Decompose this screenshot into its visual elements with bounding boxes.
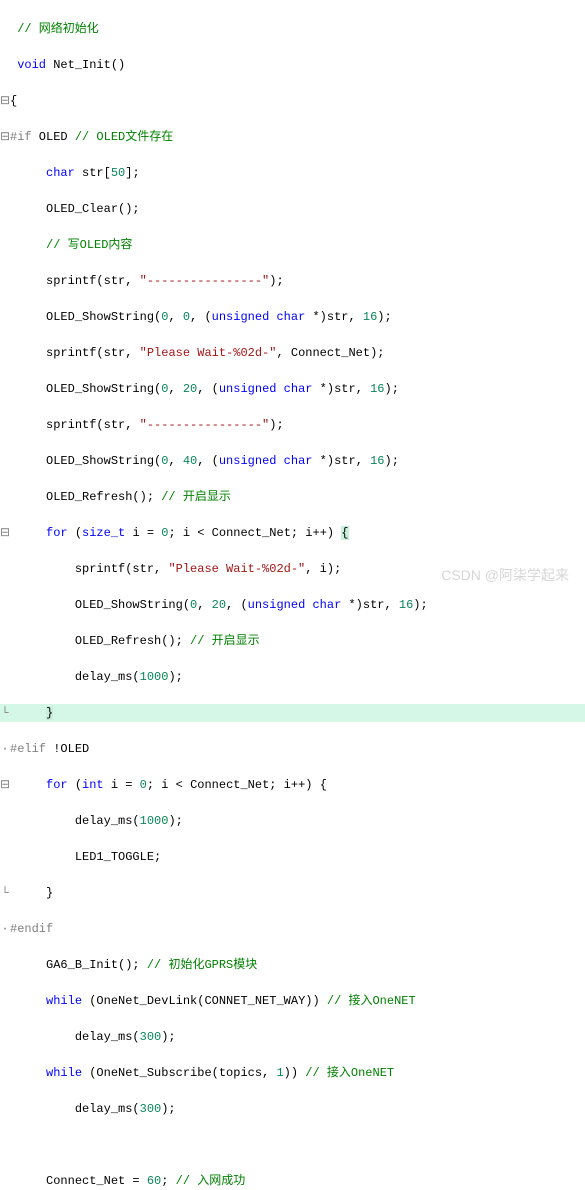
pp-if: #if — [10, 130, 32, 144]
keyword-for: for — [46, 778, 68, 792]
call: delay_ms( — [75, 1030, 140, 1044]
comment: // 写OLED内容 — [46, 238, 132, 252]
call: delay_ms( — [75, 814, 140, 828]
comment: // 开启显示 — [161, 490, 231, 504]
fold-marker: ⊟ — [0, 128, 10, 146]
semi: ]; — [125, 166, 139, 180]
stmt: LED1_TOGGLE; — [75, 850, 161, 864]
fold-marker: ⊟ — [0, 776, 10, 794]
call: sprintf(str, — [46, 418, 140, 432]
pp-cond: !OLED — [46, 742, 89, 756]
gutter — [0, 20, 10, 38]
call: OLED_ShowString( — [46, 310, 161, 324]
comment: // OLED文件存在 — [75, 130, 173, 144]
fn-name: Net_Init() — [46, 58, 125, 72]
comment: // 初始化GPRS模块 — [147, 958, 257, 972]
brace-match: } — [46, 706, 53, 720]
fold-marker: · — [0, 740, 10, 758]
type-cast: unsigned char — [212, 310, 306, 324]
num: 16 — [363, 310, 377, 324]
fold-end: · — [0, 920, 10, 938]
call: delay_ms( — [75, 670, 140, 684]
ident: str[ — [75, 166, 111, 180]
call: delay_ms( — [75, 1102, 140, 1116]
comment: // 接入OneNET — [327, 994, 416, 1008]
string: "----------------" — [140, 274, 270, 288]
call: OLED_Clear(); — [46, 202, 140, 216]
call: OLED_ShowString( — [75, 598, 190, 612]
comment: // 入网成功 — [176, 1174, 246, 1188]
brace: { — [10, 94, 17, 108]
keyword-while: while — [46, 1066, 82, 1080]
gutter — [0, 56, 10, 74]
comment: // 开启显示 — [190, 634, 260, 648]
type-char: char — [46, 166, 75, 180]
comment: // 网络初始化 — [17, 22, 99, 36]
call: OLED_Refresh(); — [46, 490, 161, 504]
call: sprintf(str, — [46, 274, 140, 288]
brace-match: { — [341, 526, 348, 540]
num: 50 — [111, 166, 125, 180]
fold-marker: ⊟ — [0, 92, 10, 110]
call: GA6_B_Init(); — [46, 958, 147, 972]
brace: } — [46, 886, 53, 900]
tail: ); — [269, 274, 283, 288]
pp-cond: OLED — [32, 130, 75, 144]
call: OLED_Refresh(); — [75, 634, 190, 648]
pp-elif: #elif — [10, 742, 46, 756]
call: OLED_ShowString( — [46, 382, 161, 396]
call: sprintf(str, — [75, 562, 169, 576]
keyword-while: while — [46, 994, 82, 1008]
fold-marker: ⊟ — [0, 524, 10, 542]
comment: // 接入OneNET — [305, 1066, 394, 1080]
code-block: // 网络初始化 void Net_Init() ⊟{ ⊟#if OLED //… — [0, 0, 585, 1190]
keyword-void: void — [17, 58, 46, 72]
fold-end: └ — [0, 884, 10, 902]
num: 0 — [183, 310, 190, 324]
string: "Please Wait-%02d-" — [140, 346, 277, 360]
call: OLED_ShowString( — [46, 454, 161, 468]
keyword-for: for — [46, 526, 68, 540]
stmt: Connect_Net = — [46, 1174, 147, 1188]
pp-endif: #endif — [10, 922, 53, 936]
fold-end: └ — [0, 704, 10, 722]
call: sprintf(str, — [46, 346, 140, 360]
